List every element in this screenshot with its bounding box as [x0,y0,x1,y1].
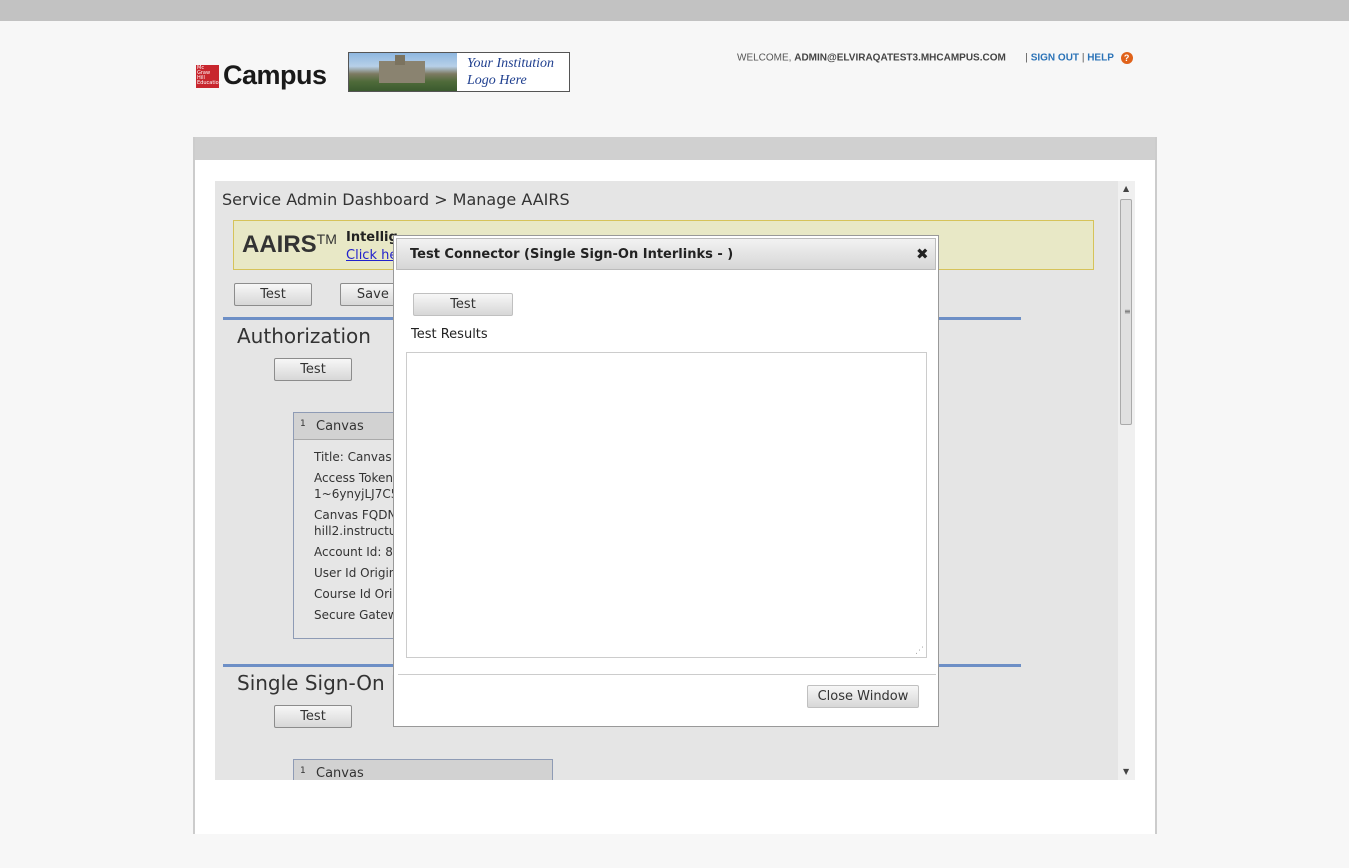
authorization-title: Authorization [237,324,371,348]
close-window-button[interactable]: Close Window [807,685,919,708]
trademark: TM [316,231,337,247]
test-connector-dialog: Test Connector (Single Sign-On Interlink… [393,235,939,727]
card-field: 1~6ynyjLJ7C5 [314,487,399,501]
mcgraw-hill-logo: Mc Graw Hill Education [196,65,222,88]
aairs-title: AAIRSTM [242,231,337,258]
scroll-up-icon[interactable]: ▲ [1123,184,1129,193]
card-field: hill2.instructur [314,524,402,538]
scroll-down-icon[interactable]: ▼ [1123,767,1129,776]
dialog-title-bar[interactable]: Test Connector (Single Sign-On Interlink… [396,238,936,270]
welcome-label: WELCOME, [737,52,792,64]
test-results-label: Test Results [411,327,488,342]
scroll-thumb[interactable]: ≡ [1120,199,1132,425]
card-field: Canvas FQDN [314,508,397,522]
canvas-sso-card: 1 Canvas [293,759,553,780]
card-title: Canvas [316,419,364,434]
test-results-textarea[interactable]: ⋰ [406,352,927,658]
card-field: Access Token [314,471,394,485]
frame-header [195,137,1155,160]
dialog-test-button[interactable]: Test [413,293,513,316]
user-email: ADMIN@ELVIRAQATEST3.MHCAMPUS.COM [794,52,1006,64]
dialog-title: Test Connector (Single Sign-On Interlink… [410,247,734,262]
card-field: Secure Gatew [314,608,398,622]
sso-test-button[interactable]: Test [274,705,352,728]
close-icon[interactable]: ✖ [916,245,929,263]
breadcrumb: Service Admin Dashboard > Manage AAIRS [222,190,570,209]
card-header[interactable]: 1 Canvas [294,760,552,780]
card-field: Course Id Ori [314,587,393,601]
separator: | [1025,52,1028,64]
banner-link[interactable]: Click he [346,248,397,263]
browser-top-bar [0,0,1349,21]
test-button[interactable]: Test [234,283,312,306]
card-field: Account Id: 82 [314,545,401,559]
institution-logo-text: Your Institution Logo Here [467,56,555,88]
institution-logo: Your Institution Logo Here [348,52,570,92]
authorization-test-button[interactable]: Test [274,358,352,381]
card-title: Canvas [316,766,364,780]
sso-title: Single Sign-On I [237,671,397,695]
institution-photo [349,53,457,91]
banner-heading: Intellig [346,230,398,245]
separator: | [1081,52,1085,64]
resize-handle-icon[interactable]: ⋰ [915,646,924,656]
card-field: Title: Canvas [314,450,392,464]
card-field: User Id Origin [314,566,397,580]
sign-out-link[interactable]: SIGN OUT [1031,53,1079,64]
help-link[interactable]: HELP [1087,53,1114,64]
user-menu: WELCOME, ADMIN@ELVIRAQATEST3.MHCAMPUS.CO… [737,52,1133,64]
dialog-footer-divider [398,674,936,675]
grip-icon: ≡ [1124,307,1131,316]
help-icon[interactable]: ? [1120,52,1133,64]
card-index: 1 [300,419,306,429]
campus-logo: Campus [223,60,327,90]
card-index: 1 [300,766,306,776]
vertical-scrollbar[interactable]: ▲ ≡ ▼ [1118,181,1135,780]
